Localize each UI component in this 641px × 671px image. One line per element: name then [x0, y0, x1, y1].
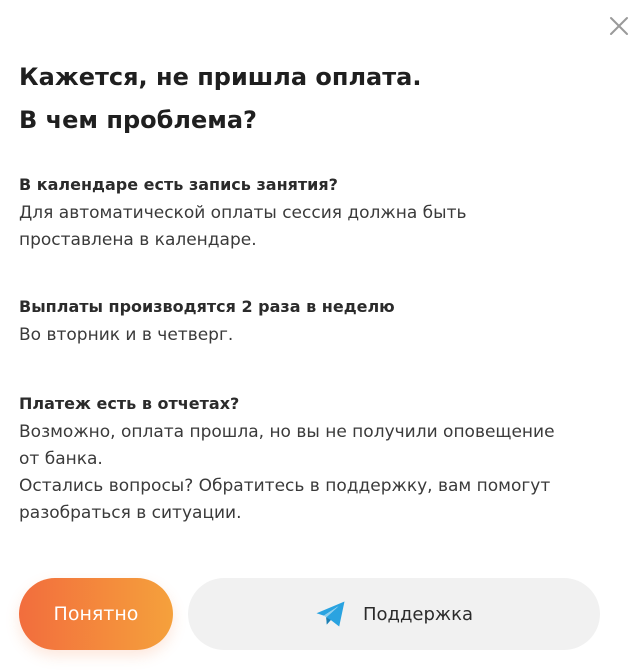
section-text-line: Остались вопросы? Обратитесь в поддержку… [19, 476, 551, 496]
support-button[interactable]: Поддержка [188, 578, 600, 650]
section-text-line: от банка. [19, 449, 103, 469]
close-icon[interactable] [608, 15, 630, 37]
section-text-line: Возможно, оплата прошла, но вы не получи… [19, 422, 555, 442]
section-text: Во вторник и в четверг. [19, 322, 609, 349]
dialog-title-line-1: Кажется, не пришла оплата. [19, 63, 422, 91]
section-title: Платеж есть в отчетах? [19, 394, 240, 413]
ok-button[interactable]: Понятно [19, 578, 173, 650]
section-title: Выплаты производятся 2 раза в неделю [19, 297, 395, 316]
payment-help-dialog: Кажется, не пришла оплата. В чем проблем… [0, 0, 641, 671]
dialog-title: Кажется, не пришла оплата. В чем проблем… [19, 56, 599, 142]
telegram-icon [316, 601, 345, 627]
section-text: Возможно, оплата прошла, но вы не получи… [19, 419, 609, 527]
section-title: В календаре есть запись занятия? [19, 175, 338, 194]
section-text-line: Во вторник и в четверг. [19, 325, 234, 345]
section-text-line: Для автоматической оплаты сессия должна … [19, 203, 467, 223]
section-text-line: разобраться в ситуации. [19, 503, 242, 523]
section-payout-schedule: Выплаты производятся 2 раза в неделю Во … [19, 296, 609, 349]
section-text-line: проставлена в календаре. [19, 230, 257, 250]
support-button-label: Поддержка [362, 603, 474, 625]
section-calendar: В календаре есть запись занятия? Для авт… [19, 174, 609, 254]
section-reports: Платеж есть в отчетах? Возможно, оплата … [19, 393, 609, 527]
dialog-title-line-2: В чем проблема? [19, 106, 257, 134]
close-button[interactable] [607, 14, 631, 38]
section-text: Для автоматической оплаты сессия должна … [19, 200, 609, 254]
